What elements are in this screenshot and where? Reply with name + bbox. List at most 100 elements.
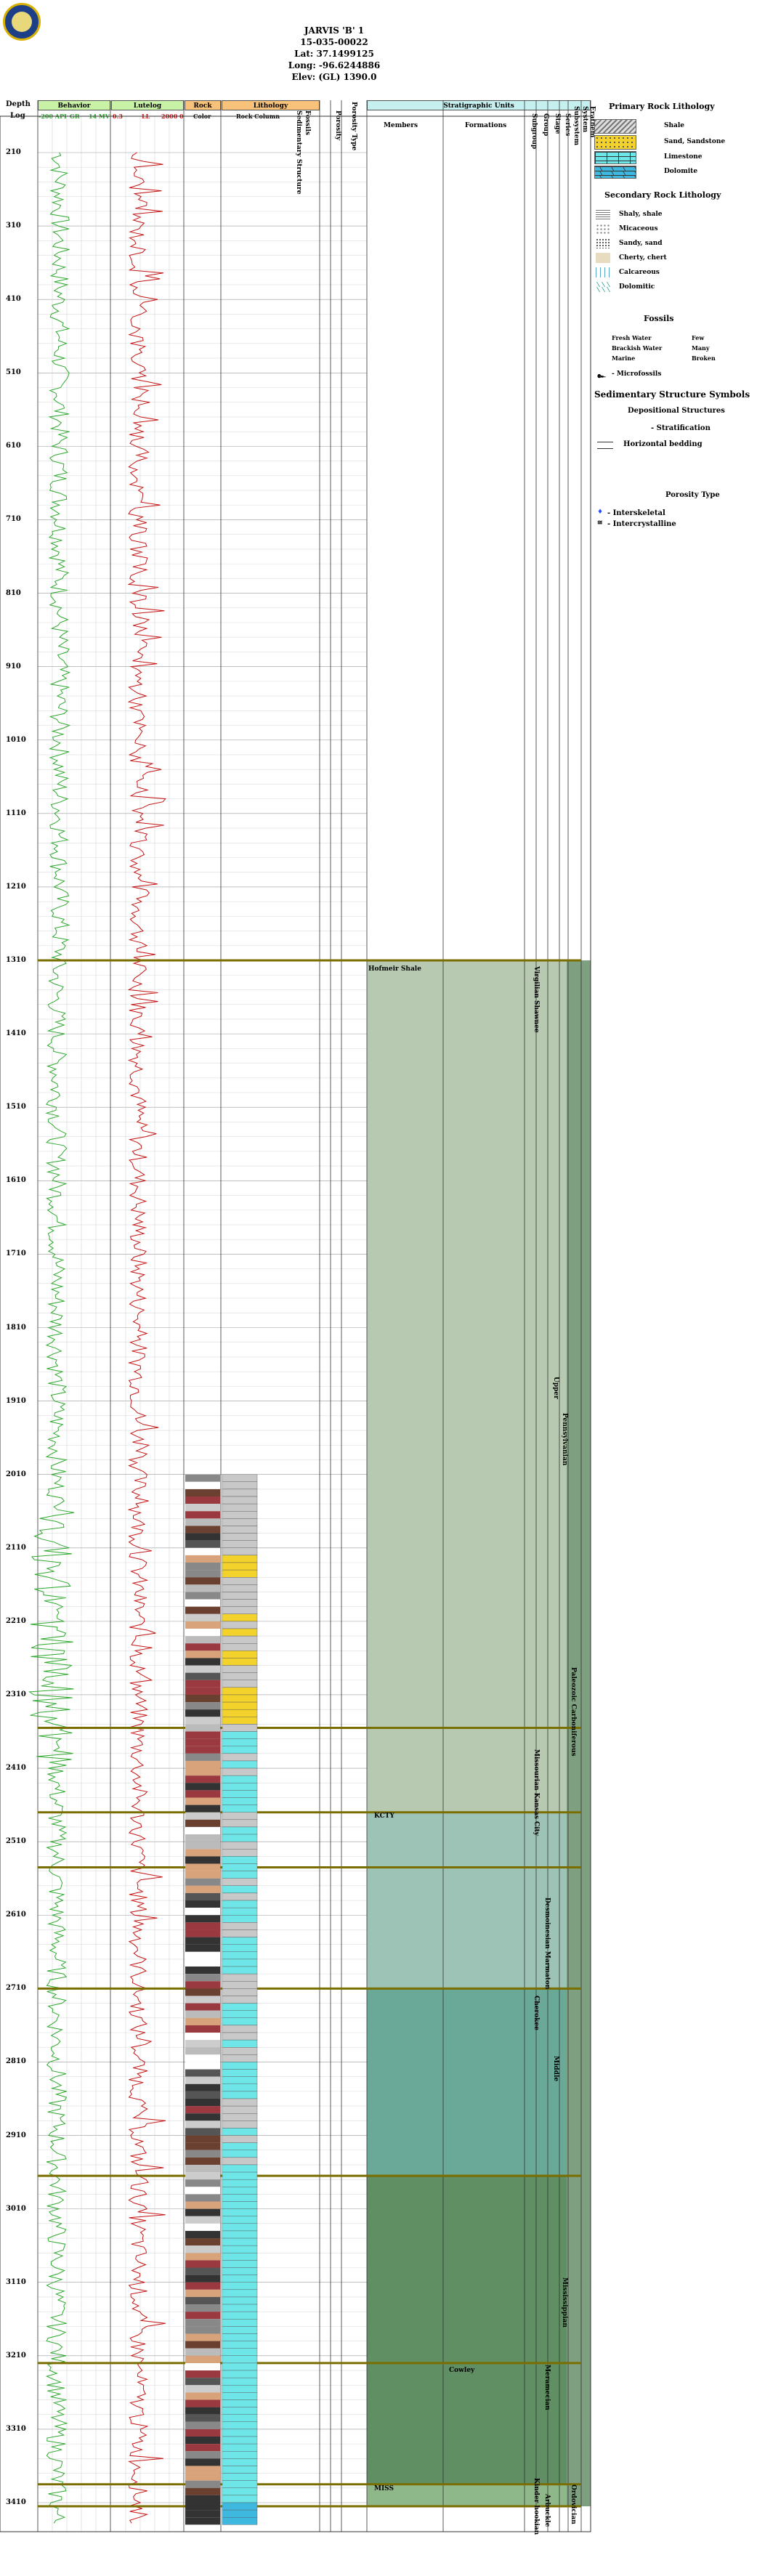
rock-color-interval: [185, 1636, 220, 1644]
rock-color-interval: [185, 2385, 220, 2393]
lithology-interval: [222, 2187, 258, 2195]
rock-color-interval: [185, 1871, 220, 1879]
lithology-interval: [222, 2480, 258, 2488]
marine-label: Marine: [612, 355, 636, 362]
rock-color-interval: [185, 1628, 220, 1637]
primary-lithology-title: Primary Rock Lithology: [609, 102, 715, 111]
rock-color-interval: [185, 2473, 220, 2481]
depth-label: 2310: [6, 1690, 26, 1698]
lithology-interval: [222, 2436, 258, 2445]
lithology-interval: [222, 1613, 258, 1622]
depositional-title: Depositional Structures: [628, 407, 725, 415]
lithology-interval: [222, 2370, 258, 2378]
secondary-lithology-title: Secondary Rock Lithology: [604, 190, 721, 200]
missourian-label: Missourian Kansas City: [533, 1749, 540, 1836]
lithology-interval: [222, 1988, 258, 1996]
rock-color-interval: [185, 2399, 220, 2407]
lithology-interval: [222, 1959, 258, 1967]
rock-color-interval: [185, 1937, 220, 1945]
rock-color-interval: [185, 1687, 220, 1695]
depth-label: 2110: [6, 1543, 26, 1552]
lithology-interval: [222, 2179, 258, 2187]
rock-color-interval: [185, 2429, 220, 2437]
lithology-interval: [222, 1635, 258, 1644]
lithology-interval: [222, 2304, 258, 2312]
depth-label: 2010: [6, 1470, 26, 1478]
lithology-interval: [222, 2458, 258, 2466]
rock-color-interval: [185, 2025, 220, 2033]
rock-color-interval: [185, 2033, 220, 2041]
rock-color-interval: [185, 1650, 220, 1658]
rock-color-interval: [185, 1974, 220, 1982]
gr-curve: [28, 152, 75, 2524]
rock-color-interval: [185, 1900, 220, 1908]
lithology-interval: [222, 2121, 258, 2129]
lithology-interval: [222, 1834, 258, 1842]
lithology-interval: [222, 2216, 258, 2224]
intercrystalline-label: - Intercrystalline: [607, 520, 676, 528]
lithology-interval: [222, 2253, 258, 2261]
lithology-interval: [222, 1819, 258, 1828]
lithology-interval: [222, 1849, 258, 1857]
horizontal-bedding-icon: [597, 442, 613, 449]
rock-color-interval: [185, 2194, 220, 2202]
kinderhookian-label: Kinder hookian: [533, 2478, 540, 2535]
lithology-interval: [222, 1694, 258, 1703]
lithology-interval: [222, 2319, 258, 2327]
lutelog-curve: [127, 152, 166, 2524]
rock-color-interval: [185, 1967, 220, 1974]
rock-color-interval: [185, 1702, 220, 1710]
depth-label: 3210: [6, 2351, 26, 2360]
lithology-interval: [222, 1496, 258, 1504]
lithology-interval: [222, 1731, 258, 1739]
rock-color-interval: [185, 1709, 220, 1717]
rock-color-interval: [185, 1768, 220, 1776]
rock-color-interval: [185, 2054, 220, 2062]
depth-label: 410: [6, 295, 21, 304]
rock-color-interval: [185, 2076, 220, 2084]
rock-color-interval: [185, 1826, 220, 1835]
lithology-interval: [222, 1790, 258, 1798]
rock-color-interval: [185, 1753, 220, 1761]
lithology-interval: [222, 1503, 258, 1512]
rock-color-interval: [185, 1915, 220, 1923]
rock-color-interval: [185, 2341, 220, 2349]
depth-label: 1610: [6, 1176, 26, 1185]
lithology-interval: [222, 1526, 258, 1534]
lithology-interval: [222, 2128, 258, 2136]
lithology-interval: [222, 2407, 258, 2415]
lithology-interval: [222, 1937, 258, 1945]
lithology-interval: [222, 1856, 258, 1864]
fossils-title: Fossils: [644, 314, 674, 323]
lithology-interval: [222, 1944, 258, 1952]
lithology-interval: [222, 2098, 258, 2107]
rock-color-interval: [185, 2407, 220, 2415]
rock-color-interval: [185, 1540, 220, 1548]
lithology-interval: [222, 1577, 258, 1585]
lithology-interval: [222, 1555, 258, 1563]
sandy-swatch: [596, 238, 610, 248]
lithology-interval: [222, 1547, 258, 1556]
lithology-interval: [222, 2223, 258, 2232]
lithology-interval: [222, 2289, 258, 2298]
rock-color-interval: [185, 2370, 220, 2378]
depth-label: 1110: [6, 809, 26, 817]
lithology-interval: [222, 2164, 258, 2173]
lithology-interval: [222, 2083, 258, 2092]
ordovician-label: Ordovician: [570, 2484, 577, 2524]
desmoinesian-label: Desmoinesian Marmaton: [543, 1897, 551, 1990]
lithology-interval: [222, 2451, 258, 2459]
depth-label: 3410: [6, 2498, 26, 2506]
lithology-interval: [222, 1812, 258, 1820]
depth-label: 1010: [6, 735, 26, 744]
lithology-interval: [222, 1753, 258, 1762]
limestone-swatch: [594, 151, 636, 164]
lithology-interval: [222, 1871, 258, 1879]
rock-color-interval: [185, 2267, 220, 2275]
depth-label: 2910: [6, 2131, 26, 2139]
depth-label: 610: [6, 442, 21, 450]
lithology-interval: [222, 1717, 258, 1725]
lithology-interval: [222, 1746, 258, 1754]
rock-color-interval: [185, 2069, 220, 2077]
rock-color-interval: [185, 1606, 220, 1614]
